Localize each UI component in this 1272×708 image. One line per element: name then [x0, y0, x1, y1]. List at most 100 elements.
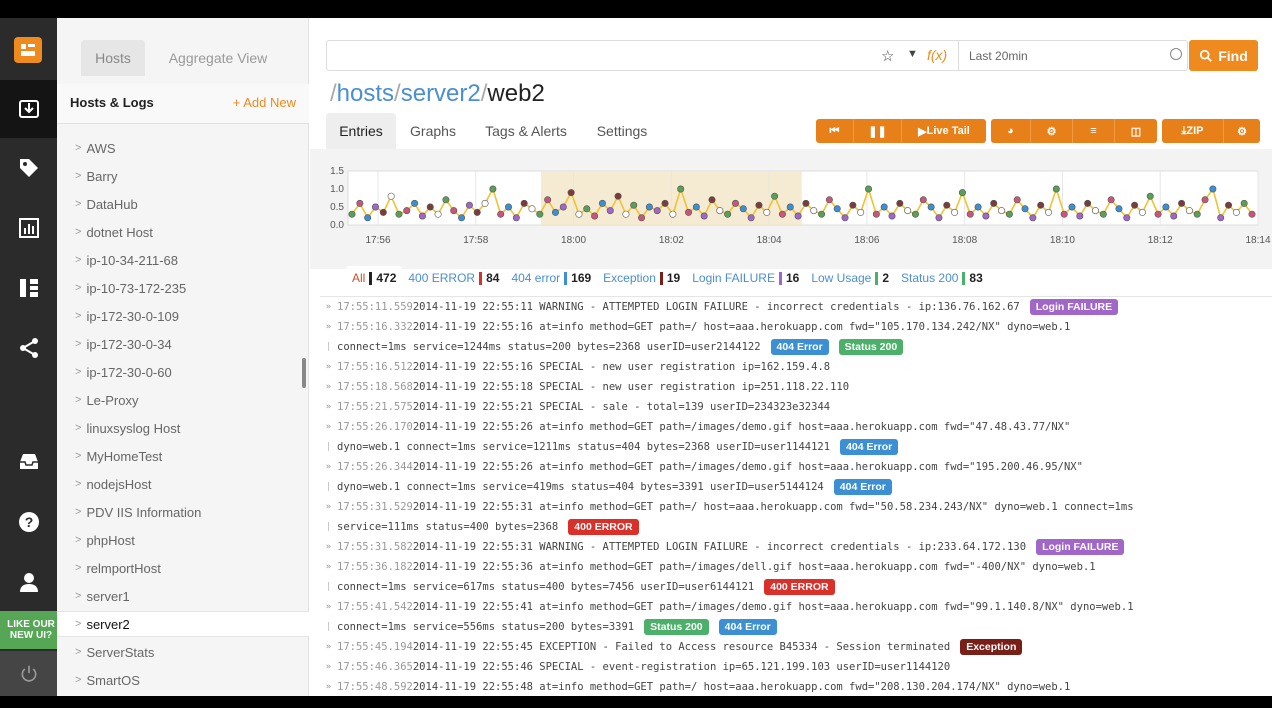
- skip-back-button[interactable]: ⏮: [816, 119, 854, 143]
- hierarchy-icon[interactable]: [0, 259, 57, 317]
- gear-icon[interactable]: ⚙: [1031, 119, 1073, 143]
- breadcrumb-hosts[interactable]: hosts: [337, 80, 394, 107]
- tag-icon[interactable]: [0, 139, 57, 197]
- filter-tab[interactable]: All 472: [346, 266, 403, 290]
- tab-hosts[interactable]: Hosts: [81, 40, 145, 76]
- function-icon[interactable]: f(x): [927, 47, 947, 63]
- log-tag-badge[interactable]: Login FAILURE: [1036, 539, 1125, 555]
- list-icon[interactable]: ≡: [1073, 119, 1115, 143]
- host-item[interactable]: > ip-172-30-0-109: [57, 303, 309, 329]
- host-item[interactable]: > dotnet Host: [57, 219, 309, 245]
- host-item[interactable]: > nodejsHost: [57, 471, 309, 497]
- log-entry[interactable]: » 17:55:26.344 2014-11-19 22:55:26 at=inf…: [320, 457, 1083, 477]
- host-item[interactable]: > ip-10-34-211-68: [57, 247, 309, 273]
- log-tag-badge[interactable]: Status 200: [838, 339, 904, 355]
- pie-icon[interactable]: ◕: [991, 119, 1031, 143]
- log-entry[interactable]: » 17:55:21.575 2014-11-19 22:55:21 SPECIA…: [320, 397, 830, 417]
- expand-arrow-icon[interactable]: »: [320, 562, 337, 572]
- zip-button[interactable]: ⤓ ZIP: [1162, 119, 1224, 143]
- log-entry[interactable]: | connect=1ms service=556ms status=200 by…: [320, 617, 777, 637]
- log-tag-badge[interactable]: 404 Error: [840, 439, 899, 455]
- log-tag-badge[interactable]: 404 Error: [718, 619, 777, 635]
- share-icon[interactable]: [0, 319, 57, 377]
- log-entry[interactable]: | connect=1ms service=1244ms status=200 b…: [320, 337, 904, 357]
- expand-arrow-icon[interactable]: »: [320, 542, 337, 552]
- log-tag-badge[interactable]: Status 200: [644, 619, 709, 635]
- host-item[interactable]: > Barry: [57, 163, 309, 189]
- expand-arrow-icon[interactable]: »: [320, 642, 337, 652]
- star-icon[interactable]: ☆: [881, 47, 894, 65]
- host-item[interactable]: > server2: [57, 611, 309, 637]
- columns-icon[interactable]: ◫: [1115, 119, 1157, 143]
- help-icon[interactable]: ?: [0, 493, 57, 551]
- find-button[interactable]: Find: [1189, 40, 1258, 71]
- host-item[interactable]: > MyHomeTest: [57, 443, 309, 469]
- host-item[interactable]: > linuxsyslog Host: [57, 415, 309, 441]
- tab-tags-alerts[interactable]: Tags & Alerts: [476, 113, 576, 149]
- expand-arrow-icon[interactable]: »: [320, 682, 337, 692]
- host-item[interactable]: > ip-172-30-0-34: [57, 331, 309, 357]
- log-entry[interactable]: | dyno=web.1 connect=1ms service=1211ms s…: [320, 437, 899, 457]
- expand-arrow-icon[interactable]: »: [320, 502, 337, 512]
- log-entry[interactable]: » 17:55:16.512 2014-11-19 22:55:16 SPECIA…: [320, 357, 830, 377]
- log-tag-badge[interactable]: 404 Error: [833, 479, 892, 495]
- user-icon[interactable]: [0, 553, 57, 611]
- host-item[interactable]: > PDV IIS Information: [57, 499, 309, 525]
- expand-arrow-icon[interactable]: »: [320, 422, 337, 432]
- tab-aggregate-view[interactable]: Aggregate View: [157, 40, 279, 76]
- log-entry[interactable]: » 17:55:45.194 2014-11-19 22:55:45 EXCEPT…: [320, 637, 1023, 657]
- feedback-promo-button[interactable]: LIKE OUR NEW UI?: [0, 611, 62, 649]
- log-entry[interactable]: » 17:55:11.559 2014-11-19 22:55:11 WARNIN…: [320, 297, 1119, 317]
- inbox-tray-icon[interactable]: [0, 432, 57, 490]
- log-entry[interactable]: » 17:55:48.592 2014-11-19 22:55:48 at=inf…: [320, 677, 1071, 696]
- log-tag-badge[interactable]: Exception: [960, 639, 1023, 655]
- filter-tab[interactable]: Status 200 83: [895, 266, 989, 290]
- filter-tab[interactable]: 400 ERROR 84: [402, 266, 505, 290]
- add-new-button[interactable]: + Add New: [233, 95, 296, 110]
- breadcrumb-server[interactable]: server2: [401, 80, 481, 107]
- expand-arrow-icon[interactable]: »: [320, 302, 337, 312]
- live-tail-button[interactable]: ▶ Live Tail: [902, 119, 986, 143]
- expand-arrow-icon[interactable]: »: [320, 382, 337, 392]
- log-entry[interactable]: | service=111ms status=400 bytes=2368 400 …: [320, 517, 639, 537]
- tab-entries[interactable]: Entries: [326, 113, 396, 149]
- host-item[interactable]: > ServerStats: [57, 639, 309, 665]
- filter-tab[interactable]: Login FAILURE 16: [686, 266, 805, 290]
- host-item[interactable]: > SmartOS: [57, 667, 309, 693]
- filter-tab[interactable]: Low Usage 2: [805, 266, 895, 290]
- host-item[interactable]: > relmportHost: [57, 555, 309, 581]
- log-tag-badge[interactable]: 404 Error: [770, 339, 829, 355]
- host-item[interactable]: > DataHub: [57, 191, 309, 217]
- expand-arrow-icon[interactable]: »: [320, 402, 337, 412]
- expand-arrow-icon[interactable]: »: [320, 362, 337, 372]
- settings-icon[interactable]: ⚙: [1224, 119, 1260, 143]
- expand-arrow-icon[interactable]: »: [320, 462, 337, 472]
- volume-chart[interactable]: 17:56 17:58 18:00 18:02 18:04 18:06 18:08 18:10…: [310, 163, 1272, 261]
- scrollbar[interactable]: [302, 358, 306, 388]
- filter-tab[interactable]: 404 error 169: [505, 266, 597, 290]
- log-entry[interactable]: » 17:55:36.182 2014-11-19 22:55:36 at=inf…: [320, 557, 1096, 577]
- expand-arrow-icon[interactable]: »: [320, 322, 337, 332]
- tab-graphs[interactable]: Graphs: [400, 113, 466, 149]
- tab-settings[interactable]: Settings: [586, 113, 658, 149]
- expand-arrow-icon[interactable]: »: [320, 662, 337, 672]
- bar-chart-icon[interactable]: [0, 199, 57, 257]
- log-tag-badge[interactable]: 400 ERROR: [568, 519, 639, 535]
- host-item[interactable]: > ip-10-73-172-235: [57, 275, 309, 301]
- log-entry[interactable]: » 17:55:31.529 2014-11-19 22:55:31 at=inf…: [320, 497, 1134, 517]
- host-item[interactable]: > AWS: [57, 135, 309, 161]
- log-entry[interactable]: » 17:55:31.582 2014-11-19 22:55:31 WARNIN…: [320, 537, 1125, 557]
- time-range-input[interactable]: Last 20min: [958, 41, 1188, 70]
- log-entry[interactable]: » 17:55:41.542 2014-11-19 22:55:41 at=inf…: [320, 597, 1134, 617]
- clock-icon[interactable]: [1170, 48, 1182, 60]
- inbox-download-icon[interactable]: [0, 80, 57, 138]
- log-entry[interactable]: » 17:55:46.365 2014-11-19 22:55:46 SPECIA…: [320, 657, 950, 677]
- host-item[interactable]: > server1: [57, 583, 309, 609]
- host-item[interactable]: > phpHost: [57, 527, 309, 553]
- power-icon[interactable]: [0, 651, 57, 696]
- log-tag-badge[interactable]: 400 ERROR: [764, 579, 835, 595]
- log-entry[interactable]: | dyno=web.1 connect=1ms service=419ms st…: [320, 477, 892, 497]
- expand-arrow-icon[interactable]: »: [320, 602, 337, 612]
- host-item[interactable]: > Le-Proxy: [57, 387, 309, 413]
- log-entry[interactable]: | connect=1ms service=617ms status=400 by…: [320, 577, 835, 597]
